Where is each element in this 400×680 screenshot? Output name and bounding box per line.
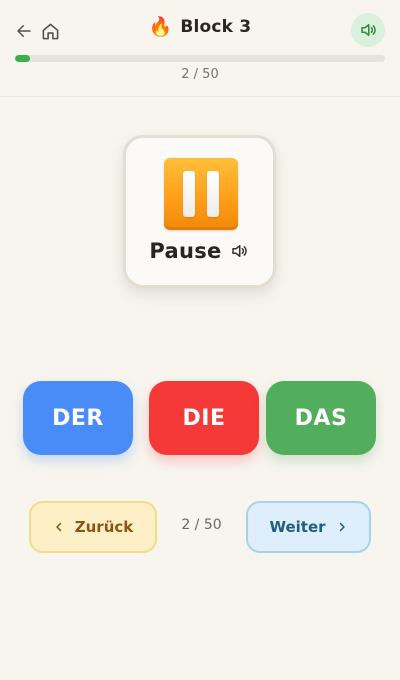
article-die-button[interactable]: DIE [149, 381, 259, 455]
pause-bar-right [207, 171, 219, 217]
noun-word: Pause [149, 239, 222, 263]
next-label: Weiter [269, 518, 326, 536]
word-row: Pause [126, 239, 273, 263]
progress-fill [15, 55, 30, 62]
previous-label: Zurück [74, 518, 134, 536]
sound-toggle-button[interactable] [351, 13, 385, 47]
top-bar: 🔥 Block 3 2 / 50 [0, 0, 400, 97]
article-der-button[interactable]: DER [23, 381, 133, 455]
chevron-right-icon [339, 522, 345, 532]
word-card: Pause [123, 135, 276, 288]
chevron-left-icon [56, 522, 61, 532]
speaker-icon [361, 24, 376, 36]
pause-bar-left [183, 171, 195, 217]
speaker-icon [231, 245, 247, 257]
next-button[interactable]: Weiter [246, 501, 371, 553]
card-counter: 2 / 50 [181, 517, 222, 533]
previous-button[interactable]: Zurück [29, 501, 157, 553]
block-title: Block 3 [180, 17, 252, 37]
article-das-button[interactable]: DAS [266, 381, 376, 455]
play-word-audio-button[interactable] [230, 241, 250, 261]
pause-button-emoji [164, 158, 238, 230]
progress-counter: 2 / 50 [181, 67, 219, 82]
flame-icon: 🔥 [148, 15, 173, 38]
progress-bar [15, 55, 385, 62]
page-title: 🔥 Block 3 [0, 17, 400, 37]
